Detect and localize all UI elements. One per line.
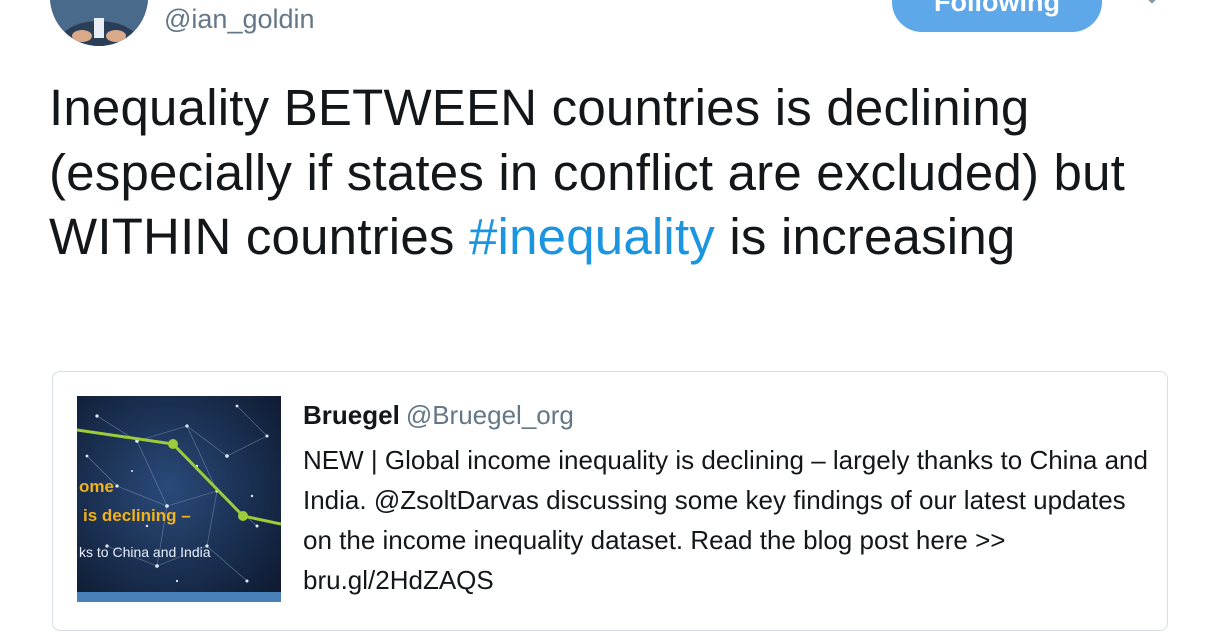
quoted-tweet-author: Bruegel @Bruegel_org — [303, 400, 574, 431]
quoted-author-name: Bruegel — [303, 400, 400, 430]
quoted-author-handle: @Bruegel_org — [405, 400, 574, 430]
thumbnail-text-line1: ome — [79, 477, 114, 496]
thumbnail-text-line2: is declining – — [83, 506, 191, 525]
quoted-tweet-thumbnail: ome is declining – ks to China and India — [77, 396, 281, 602]
following-button[interactable]: Following — [892, 0, 1102, 32]
hashtag-link[interactable]: #inequality — [469, 208, 715, 265]
quoted-tweet-card[interactable]: ome is declining – ks to China and India… — [52, 371, 1168, 631]
chevron-down-icon[interactable] — [1140, 0, 1164, 8]
author-handle[interactable]: @ian_goldin — [164, 4, 315, 35]
avatar-image — [50, 0, 148, 46]
avatar[interactable] — [50, 0, 148, 46]
tweet-text: Inequality BETWEEN countries is declinin… — [49, 76, 1169, 270]
thumbnail-text-line3: ks to China and India — [79, 544, 211, 560]
tweet-text-part: is increasing — [715, 208, 1016, 265]
quoted-tweet-text: NEW | Global income inequality is declin… — [303, 445, 1148, 595]
